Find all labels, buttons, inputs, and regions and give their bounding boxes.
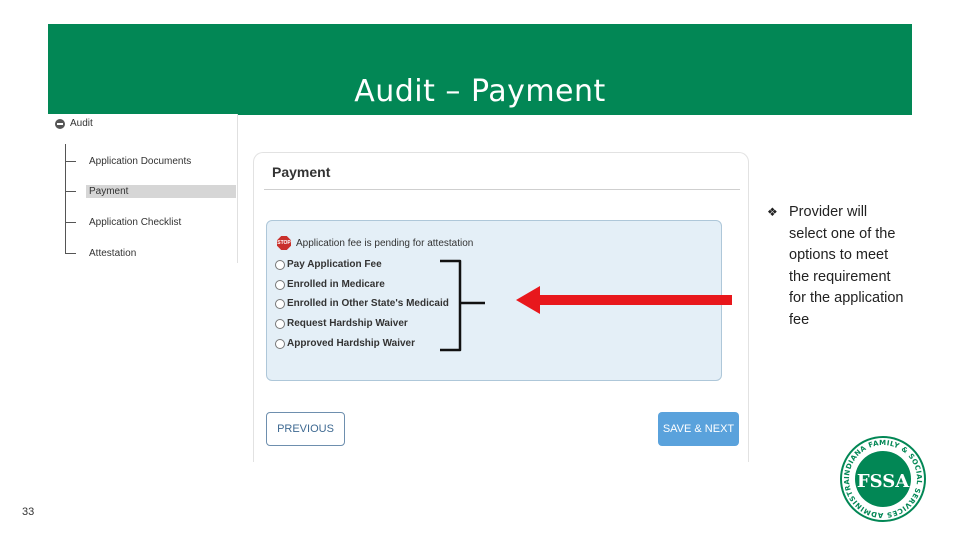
radio-button[interactable] — [275, 318, 285, 329]
radio-button[interactable] — [275, 259, 285, 270]
tree-branch-line — [65, 160, 76, 162]
tree-item-label: Application Checklist — [89, 216, 182, 228]
tree-item-application-documents[interactable]: Application Documents — [65, 154, 194, 168]
tree-item-label: Attestation — [89, 247, 137, 259]
tree-item-application-checklist[interactable]: Application Checklist — [65, 215, 184, 229]
tree-item-label: Payment — [86, 184, 236, 198]
minus-circle-icon[interactable] — [55, 118, 65, 129]
option-label: Enrolled in Other State's Medicaid — [287, 298, 449, 309]
divider — [264, 189, 740, 190]
payment-options-box: STOP Application fee is pending for atte… — [266, 220, 722, 381]
panel-title: Payment — [272, 164, 331, 180]
option-label: Enrolled in Medicare — [287, 279, 385, 290]
diamond-bullet-icon: ❖ — [767, 205, 778, 219]
option-label: Approved Hardship Waiver — [287, 338, 415, 349]
stop-sign-icon: STOP — [277, 236, 291, 250]
payment-panel: Payment STOP Application fee is pending … — [253, 152, 749, 462]
radio-button[interactable] — [275, 298, 285, 309]
fssa-logo: INDIANA FAMILY & SOCIAL SERVICES ADMINIS… — [840, 436, 926, 522]
slide-title: Audit – Payment — [354, 74, 606, 109]
option-label: Pay Application Fee — [287, 259, 382, 270]
pending-text: Application fee is pending for attestati… — [296, 237, 474, 249]
tree-branch-line — [65, 190, 76, 192]
tree-item-label: Application Documents — [89, 155, 192, 167]
radio-button[interactable] — [275, 338, 285, 349]
tree-root[interactable]: Audit — [55, 118, 93, 129]
radio-button[interactable] — [275, 279, 285, 290]
save-and-next-button[interactable]: SAVE & NEXT — [658, 412, 739, 446]
tree-branch-line — [65, 252, 76, 254]
option-approved-hardship-waiver[interactable]: Approved Hardship Waiver — [275, 338, 415, 349]
tree-root-label: Audit — [70, 118, 93, 129]
audit-tree-nav: Audit Application Documents Payment Appl… — [48, 114, 238, 263]
note-text: Provider will select one of the options … — [789, 204, 904, 328]
tree-item-payment[interactable]: Payment — [65, 184, 236, 198]
tree-item-attestation[interactable]: Attestation — [65, 246, 139, 260]
option-request-hardship-waiver[interactable]: Request Hardship Waiver — [275, 318, 408, 329]
option-pay-application-fee[interactable]: Pay Application Fee — [275, 259, 382, 270]
title-banner: Audit – Payment — [48, 24, 912, 115]
logo-letters: FSSA — [857, 471, 910, 492]
option-enrolled-in-medicare[interactable]: Enrolled in Medicare — [275, 279, 385, 290]
slide-number: 33 — [22, 506, 35, 518]
previous-button[interactable]: PREVIOUS — [266, 412, 345, 446]
note-bullet: ❖ Provider will select one of the option… — [767, 202, 907, 332]
option-label: Request Hardship Waiver — [287, 318, 408, 329]
pending-notice: STOP Application fee is pending for atte… — [277, 236, 473, 250]
option-enrolled-other-state-medicaid[interactable]: Enrolled in Other State's Medicaid — [275, 298, 449, 309]
tree-branch-line — [65, 221, 76, 223]
